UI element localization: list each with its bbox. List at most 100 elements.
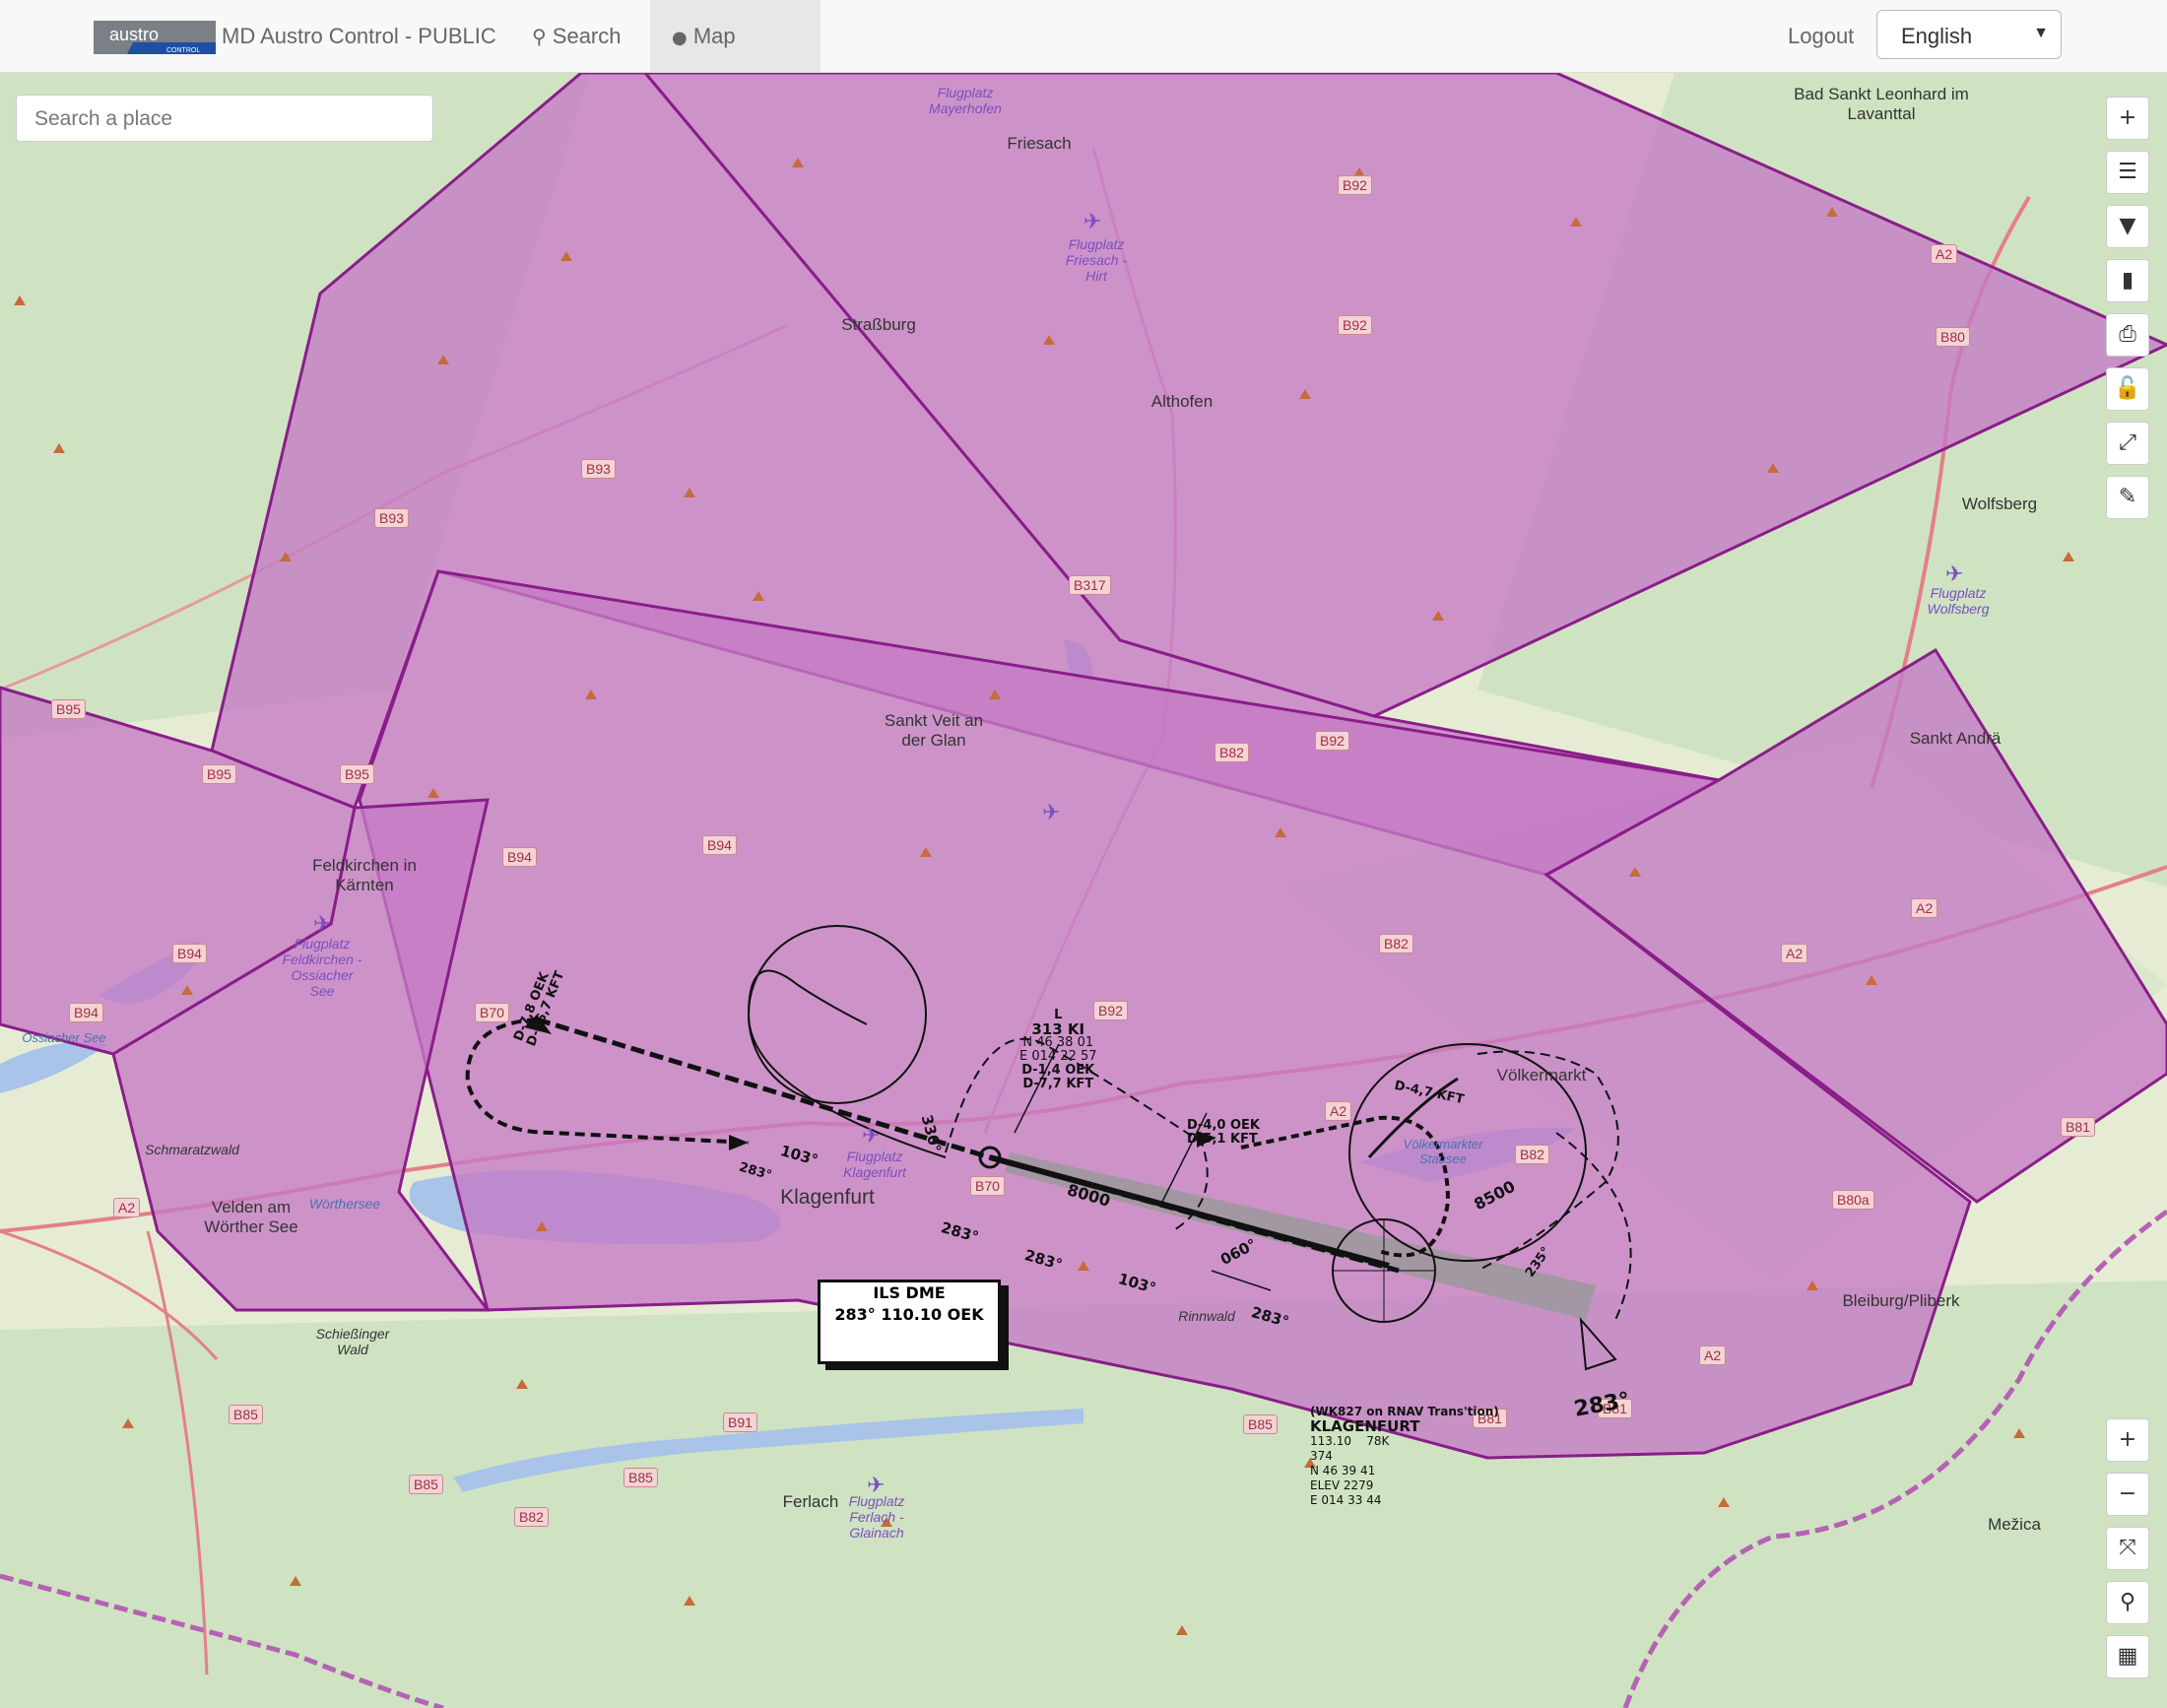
place-label: Sankt Andrä: [1909, 729, 2002, 748]
airfield-label: Flugplatz Mayerhofen: [929, 85, 1002, 116]
road-shield: B91: [723, 1412, 757, 1432]
place-label: Feldkirchen in Kärnten: [312, 856, 417, 894]
language-select[interactable]: English ▼: [1876, 10, 2062, 59]
place-label: Althofen: [1150, 392, 1214, 411]
fix-a-label: D-4,0 OEK D-5,1 KFT: [1187, 1119, 1260, 1147]
place-label: Straßburg: [841, 315, 916, 334]
ndb-line: N 46 38 01: [1022, 1035, 1094, 1050]
zoom-out-button[interactable]: −: [2106, 1473, 2149, 1516]
road-shield: B92: [1315, 731, 1349, 751]
lock-button[interactable]: 🔓: [2106, 367, 2149, 411]
nav-search-label: Search: [552, 24, 622, 48]
road-shield: B82: [1515, 1145, 1549, 1164]
forest-label: Rinnwald: [1178, 1308, 1235, 1324]
extent-icon: ⤧: [2119, 1536, 2136, 1560]
map-canvas[interactable]: ✈ ✈ ✈ ✈ ✈ ✈ Friesach Straßburg Althofen Bad …: [0, 73, 2167, 1708]
ils-dme-box: ILS DME 283° 110.10 OEK: [818, 1280, 1001, 1364]
fullscreen-button[interactable]: ⤢: [2106, 422, 2149, 465]
chevron-down-icon: ▼: [2033, 25, 2049, 41]
layers-button[interactable]: ☰: [2106, 151, 2149, 194]
draw-button[interactable]: ✎: [2106, 476, 2149, 519]
logo-subtext: CONTROL: [166, 47, 200, 54]
place-label: Wolfsberg: [1961, 494, 2038, 513]
road-shield: B85: [624, 1468, 658, 1487]
lake-label: Völkermarkter Stausee: [1403, 1137, 1483, 1166]
filter-button[interactable]: ▼: [2106, 205, 2149, 248]
road-shield: B70: [475, 1003, 509, 1022]
road-shield: B94: [69, 1003, 103, 1022]
nav-map-label: Map: [692, 24, 736, 48]
road-shield: B85: [229, 1405, 263, 1424]
road-shield: B93: [374, 508, 409, 528]
logout-link[interactable]: Logout: [1788, 24, 1854, 49]
ndb-line: E 014 22 57: [1019, 1049, 1097, 1064]
place-label: Ferlach: [782, 1492, 839, 1511]
airfield-label: Flugplatz Feldkirchen - Ossiacher See: [282, 936, 362, 999]
road-shield: B92: [1338, 175, 1372, 195]
road-shield: B93: [581, 459, 616, 479]
app-title[interactable]: MD Austro Control - PUBLIC: [222, 24, 496, 49]
svg-text:✈: ✈: [313, 912, 331, 937]
grid-button[interactable]: ▦: [2106, 1635, 2149, 1678]
plus-icon: +: [2118, 105, 2137, 130]
road-shield: A2: [1325, 1101, 1352, 1121]
ndb-line: 313 KI: [1031, 1020, 1085, 1038]
pencil-icon: ✎: [2118, 485, 2137, 509]
lake-label: Wörthersee: [308, 1196, 381, 1212]
road-shield: B82: [1379, 934, 1413, 953]
airport-line: E 014 33 44: [1310, 1493, 1382, 1507]
airport-info: (WK827 on RNAV Trans'tion) KLAGENFURT 11…: [1310, 1405, 1499, 1508]
ndb-info: L 313 KI N 46 38 01 E 014 22 57 D-1,4 OE…: [1019, 1009, 1097, 1091]
nav-map[interactable]: ● Map: [650, 0, 821, 72]
layers-icon: ☰: [2118, 160, 2137, 184]
zoom-in-bottom-button[interactable]: +: [2106, 1418, 2149, 1462]
ndb-line: D-1,4 OEK: [1021, 1063, 1095, 1078]
airfield-label: Flugplatz Wolfsberg: [1927, 585, 1990, 617]
forest-label: Schießinger Wald: [315, 1326, 390, 1357]
road-shield: B85: [1243, 1414, 1278, 1434]
place-label: Bad Sankt Leonhard im Lavanttal: [1794, 85, 1969, 123]
ils-frequency: 283° 110.10 OEK: [834, 1305, 984, 1324]
road-shield: B94: [502, 847, 537, 867]
fix-line: D-4,0 OEK: [1187, 1118, 1260, 1133]
road-shield: A2: [1911, 898, 1938, 918]
print-button[interactable]: ⎙: [2106, 313, 2149, 357]
filter-icon: ▼: [2119, 214, 2136, 238]
svg-text:✈: ✈: [1945, 562, 1963, 587]
airfield-label: Flugplatz Klagenfurt: [843, 1149, 906, 1180]
fix-line: D-5,1 KFT: [1187, 1132, 1258, 1147]
road-shield: B80: [1936, 327, 1970, 347]
airfield-label: Flugplatz Ferlach - Glainach: [848, 1493, 905, 1541]
nav-search[interactable]: ⚲ Search: [532, 0, 622, 72]
plus-icon: +: [2118, 1427, 2137, 1452]
search-icon: ⚲: [532, 25, 547, 48]
road-shield: A2: [1931, 244, 1958, 264]
book-button[interactable]: ▮: [2106, 259, 2149, 302]
ndb-line: D-7,7 KFT: [1022, 1077, 1094, 1091]
road-shield: B95: [51, 699, 86, 719]
place-label: Völkermarkt: [1496, 1066, 1587, 1084]
ils-title: ILS DME: [873, 1283, 946, 1302]
road-shield: B70: [970, 1176, 1005, 1196]
airport-line: ELEV 2279: [1310, 1478, 1374, 1492]
airport-freq: 113.10: [1310, 1434, 1351, 1448]
location-pin-icon: ⚲: [2119, 1590, 2136, 1614]
road-shield: A2: [113, 1198, 141, 1217]
place-label: Bleiburg/Pliberk: [1842, 1291, 1960, 1310]
austro-control-logo[interactable]: austro CONTROL: [94, 21, 216, 54]
road-shield: B95: [340, 764, 374, 784]
extent-button[interactable]: ⤧: [2106, 1527, 2149, 1570]
minus-icon: −: [2118, 1481, 2137, 1506]
lake-label: Ossiacher See: [22, 1030, 106, 1045]
airport-line: KLAGENFURT: [1310, 1417, 1420, 1435]
road-shield: B80a: [1832, 1190, 1874, 1210]
zoom-in-button[interactable]: +: [2106, 97, 2149, 140]
locate-button[interactable]: ⚲: [2106, 1581, 2149, 1624]
place-label: Klagenfurt: [780, 1186, 875, 1209]
road-shield: B317: [1069, 575, 1111, 595]
place-label: Sankt Veit an der Glan: [884, 711, 984, 750]
svg-text:✈: ✈: [862, 1124, 880, 1149]
search-place-input[interactable]: Search a place: [16, 95, 433, 142]
place-label: Mežica: [1988, 1515, 2041, 1534]
place-label: Friesach: [1007, 134, 1072, 153]
